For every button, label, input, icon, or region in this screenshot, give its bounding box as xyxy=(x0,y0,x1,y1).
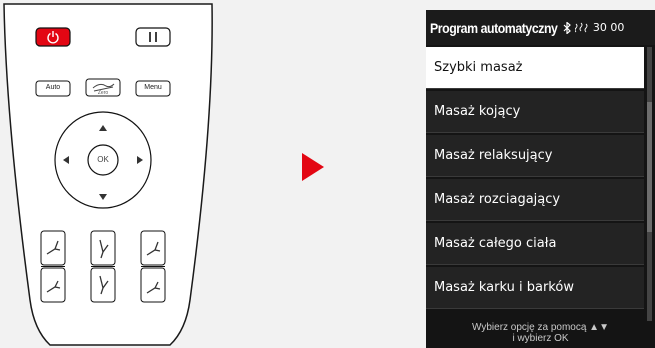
heat-icon xyxy=(574,22,588,33)
screen-footer: Wybierz opcję za pomocą ▲▼ i wybierz OK xyxy=(426,321,655,348)
recline-up-button[interactable] xyxy=(140,230,166,266)
remote-body xyxy=(3,3,213,346)
menu-item-calego-ciala[interactable]: Masaż całego ciała xyxy=(426,223,644,265)
ok-button[interactable] xyxy=(87,144,119,176)
header-status: 30 00 xyxy=(563,21,625,34)
menu-item-szybki[interactable]: Szybki masaż xyxy=(426,47,644,89)
backrest-down-button[interactable] xyxy=(40,267,66,303)
menu-button[interactable] xyxy=(135,80,171,97)
footer-hint-line2: i wybierz OK xyxy=(512,333,569,344)
menu-item-rozciagajacy[interactable]: Masaż rozciagający xyxy=(426,179,644,221)
legrest-down-button[interactable] xyxy=(90,267,116,303)
header-title: Program automatyczny xyxy=(430,19,558,36)
remote-control: Auto Zero Menu OK xyxy=(0,0,220,348)
auto-button[interactable] xyxy=(35,80,71,97)
timer-text: 30 00 xyxy=(592,21,625,34)
recline-down-button[interactable] xyxy=(140,267,166,303)
recline-buttons xyxy=(40,230,166,303)
footer-hint-line1: Wybierz opcję za pomocą ▲▼ xyxy=(472,322,609,333)
menu-item-kojacy[interactable]: Masaż kojący xyxy=(426,91,644,133)
scrollbar-thumb[interactable] xyxy=(647,102,652,232)
arrow-right-icon xyxy=(302,153,324,181)
menu-item-karku-barkow[interactable]: Masaż karku i barków xyxy=(426,267,644,309)
scrollbar[interactable] xyxy=(647,47,652,322)
power-button[interactable] xyxy=(35,27,71,47)
bluetooth-icon xyxy=(563,21,571,34)
pause-button[interactable] xyxy=(135,27,171,47)
legrest-up-button[interactable] xyxy=(90,230,116,266)
menu-item-relaksujacy[interactable]: Masaż relaksujący xyxy=(426,135,644,177)
backrest-up-button[interactable] xyxy=(40,230,66,266)
zero-button[interactable] xyxy=(85,78,121,97)
screen-header: Program automatyczny 30 00 xyxy=(426,10,655,45)
device-screen: Program automatyczny 30 00 Szybki masaż … xyxy=(426,10,655,348)
program-list: Szybki masaż Masaż kojący Masaż relaksuj… xyxy=(426,47,644,311)
